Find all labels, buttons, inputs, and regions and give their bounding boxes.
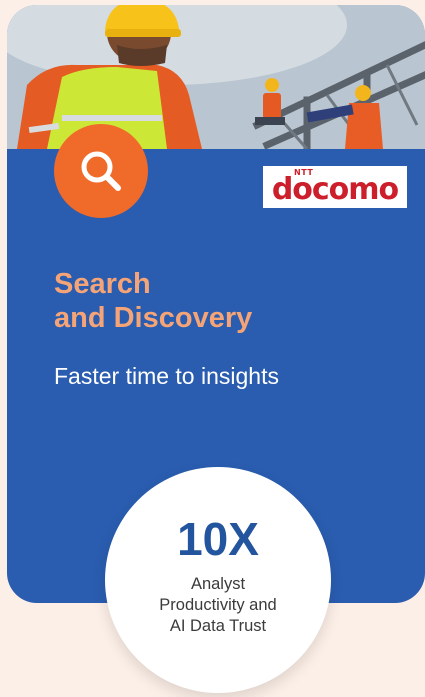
stat-label-line-1: Analyst [190, 575, 246, 593]
title-line-1: Search [54, 268, 151, 300]
search-badge [54, 124, 148, 218]
stat-label-line-3: AI Data Trust [169, 617, 267, 635]
stat-label: Analyst Productivity and AI Data Trust [105, 574, 331, 637]
stat-label-line-2: Productivity and [159, 596, 277, 614]
search-icon [81, 151, 121, 191]
hero-image [7, 5, 425, 149]
stat-value: 10X [177, 513, 259, 565]
construction-workers-photo [7, 5, 425, 149]
card-title: Search and Discovery [54, 267, 252, 335]
title-line-2: and Discovery [54, 302, 253, 334]
stat-circle: 10X Analyst Productivity and AI Data Tru… [105, 467, 331, 693]
logo-wordmark: docomo [271, 171, 399, 207]
docomo-logo: NTT docomo [263, 166, 407, 208]
card-subtitle: Faster time to insights [54, 363, 279, 389]
